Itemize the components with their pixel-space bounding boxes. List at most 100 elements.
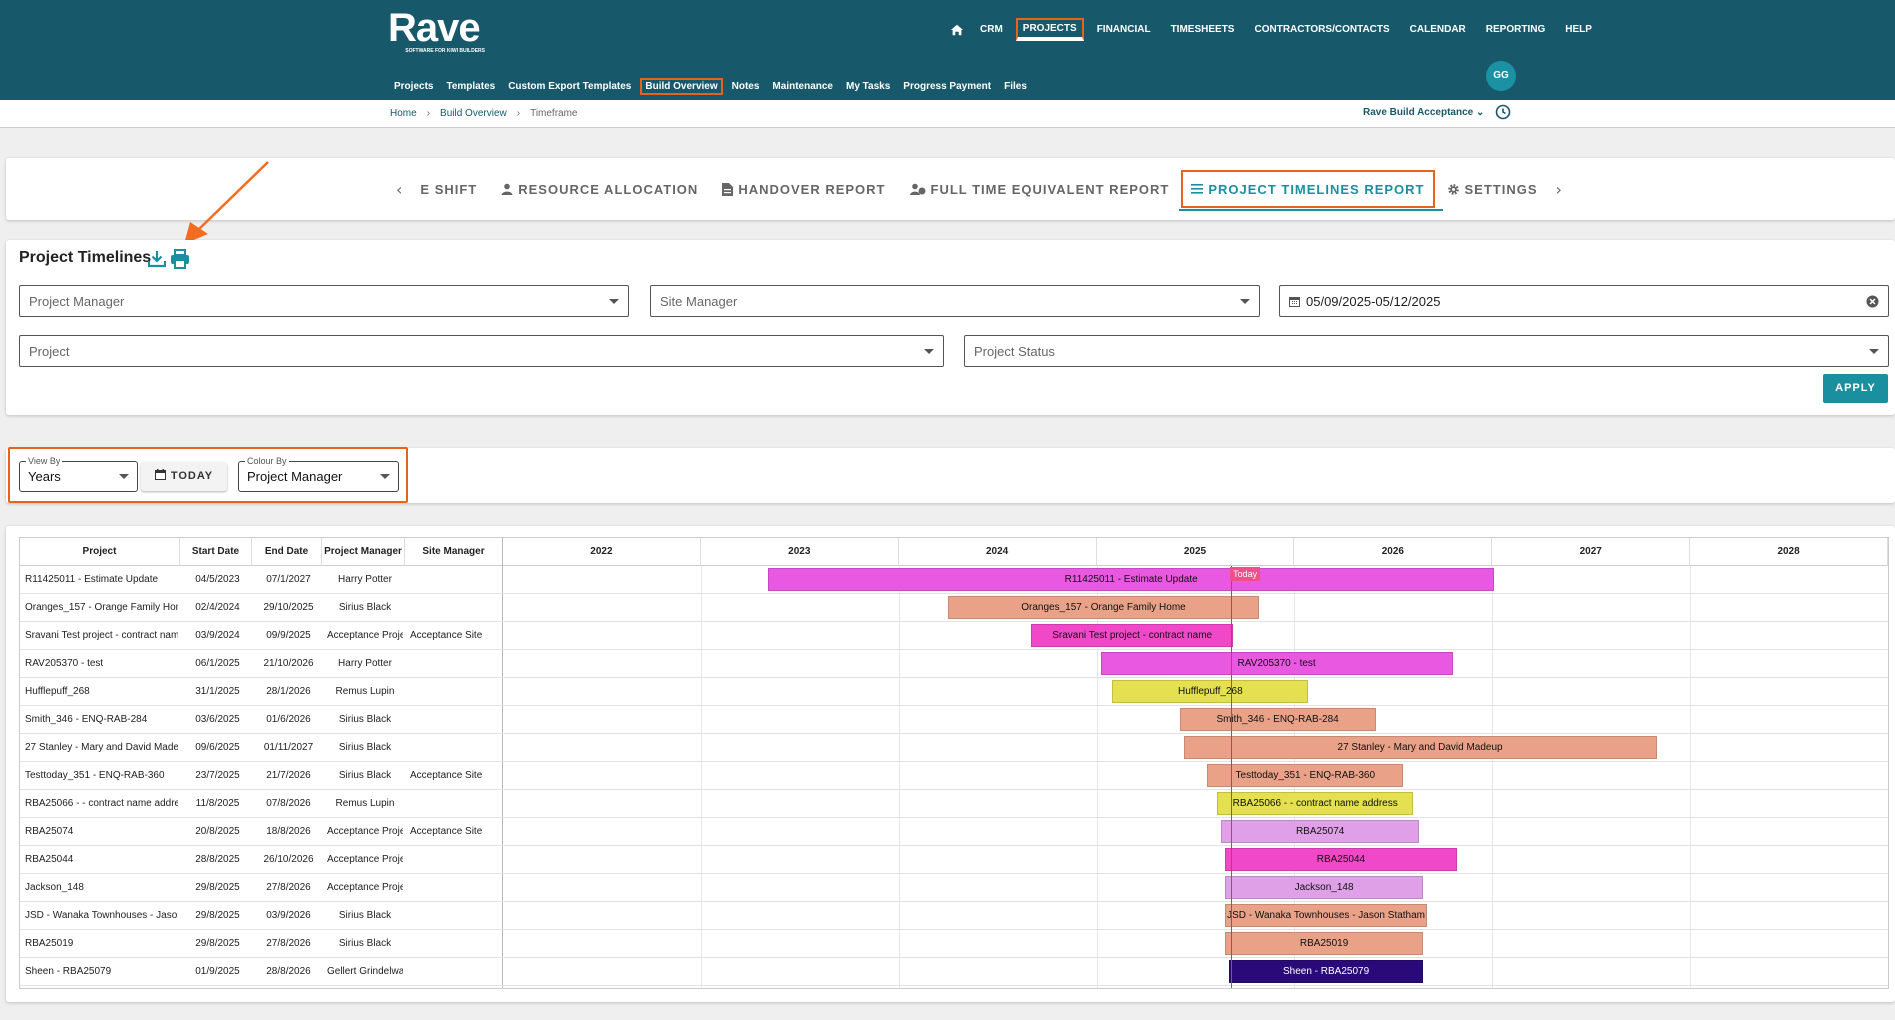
table-cell-pm[interactable]: Gellert Grindelwald [327,958,403,986]
table-cell-start[interactable]: 03/6/2025 [185,706,250,734]
table-cell-start[interactable]: 23/7/2025 [185,762,250,790]
table-cell-project[interactable]: Sheen - RBA25079 [25,958,178,986]
download-icon[interactable] [148,250,166,268]
table-cell-start[interactable]: 31/1/2025 [185,678,250,706]
table-cell-project[interactable]: R11425011 - Estimate Update [25,566,178,594]
table-cell-sm[interactable] [410,902,501,930]
user-avatar[interactable]: GG [1486,61,1516,91]
table-cell-end[interactable]: 29/10/2025 [257,594,320,622]
subnav-maintenance[interactable]: Maintenance [768,78,837,95]
timeline-bar[interactable]: R11425011 - Estimate Update [768,568,1495,591]
table-cell-start[interactable]: 28/8/2025 [185,846,250,874]
table-cell-project[interactable]: Testtoday_351 - ENQ-RAB-360 [25,762,178,790]
timeline-bar[interactable]: RBA25074 [1221,820,1420,843]
table-cell-pm[interactable]: Acceptance Project [327,818,403,846]
timeline-bar[interactable]: Oranges_157 - Orange Family Home [948,596,1259,619]
table-cell-pm[interactable]: Remus Lupin [327,678,403,706]
table-cell-pm[interactable]: Acceptance Project [327,846,403,874]
subnav-files[interactable]: Files [1000,78,1031,95]
table-cell-sm[interactable] [410,678,501,706]
table-cell-end[interactable]: 18/8/2026 [257,818,320,846]
table-cell-project[interactable]: Jackson_148 [25,874,178,902]
timeline-bar[interactable]: RBA25019 [1225,932,1424,955]
table-cell-project[interactable]: Sravani Test project - contract name [25,622,178,650]
table-cell-sm[interactable] [410,930,501,958]
table-cell-pm[interactable]: Harry Potter [327,650,403,678]
subnav-notes[interactable]: Notes [728,78,764,95]
table-cell-project[interactable]: RBA25066 - - contract name address [25,790,178,818]
table-cell-project[interactable]: RBA25074 [25,818,178,846]
nav-projects[interactable]: PROJECTS [1015,18,1084,41]
table-cell-project[interactable]: 27 Stanley - Mary and David Madeup [25,734,178,762]
table-cell-project[interactable]: JSD - Wanaka Townhouses - Jason Statham [25,902,178,930]
table-cell-start[interactable]: 29/8/2025 [185,930,250,958]
account-selector[interactable]: Rave Build Acceptance ⌄ [1363,107,1484,118]
timeline-bar[interactable]: 27 Stanley - Mary and David Madeup [1183,736,1657,759]
subnav-projects[interactable]: Projects [390,78,437,95]
table-cell-end[interactable]: 27/8/2026 [257,930,320,958]
table-cell-project[interactable]: RBA25044 [25,846,178,874]
project-select[interactable]: Project [19,335,944,367]
tab-project-timelines-report[interactable]: PROJECT TIMELINES REPORT [1179,170,1443,211]
table-cell-end[interactable]: 21/10/2026 [257,650,320,678]
table-cell-project[interactable]: Smith_346 - ENQ-RAB-284 [25,706,178,734]
tabs-scroll-right-icon[interactable]: › [1550,180,1568,199]
table-cell-end[interactable]: 07/8/2026 [257,790,320,818]
table-cell-pm[interactable]: Sirius Black [327,734,403,762]
site-manager-select[interactable]: Site Manager [650,285,1260,317]
table-cell-pm[interactable]: Sirius Black [327,902,403,930]
table-cell-pm[interactable]: Sirius Black [327,594,403,622]
table-cell-sm[interactable]: Acceptance Site [410,762,501,790]
tabs-scroll-left-icon[interactable]: ‹ [390,180,408,199]
table-cell-sm[interactable] [410,958,501,986]
project-manager-select[interactable]: Project Manager [19,285,629,317]
table-cell-sm[interactable] [410,650,501,678]
table-cell-pm[interactable]: Sirius Black [327,930,403,958]
table-cell-end[interactable]: 03/9/2026 [257,902,320,930]
table-cell-start[interactable]: 03/9/2024 [185,622,250,650]
subnav-templates[interactable]: Templates [442,78,499,95]
table-cell-project[interactable]: Oranges_157 - Orange Family Home [25,594,178,622]
tab-settings[interactable]: SETTINGS [1435,178,1550,200]
table-cell-pm[interactable]: Harry Potter [327,566,403,594]
table-cell-pm[interactable]: Acceptance Project [327,622,403,650]
table-cell-end[interactable]: 28/1/2026 [257,678,320,706]
tab-handover-report[interactable]: HANDOVER REPORT [710,178,897,200]
table-cell-pm[interactable]: Acceptance Project [327,874,403,902]
tab-e-shift[interactable]: E SHIFT [408,178,489,200]
subnav-build-overview[interactable]: Build Overview [640,78,723,95]
table-cell-project[interactable]: Hufflepuff_268 [25,678,178,706]
table-cell-sm[interactable] [410,846,501,874]
timeline-bar[interactable]: Smith_346 - ENQ-RAB-284 [1179,708,1376,731]
table-cell-sm[interactable]: Acceptance Site [410,622,501,650]
nav-reporting[interactable]: REPORTING [1479,20,1552,39]
table-cell-end[interactable]: 26/10/2026 [257,846,320,874]
nav-financial[interactable]: FINANCIAL [1090,20,1158,39]
nav-contractors-contacts[interactable]: CONTRACTORS/CONTACTS [1247,20,1396,39]
view-by-select[interactable]: View By Years [19,456,138,492]
timeline-bar[interactable]: Sravani Test project - contract name [1031,624,1234,647]
table-cell-sm[interactable] [410,594,501,622]
table-cell-end[interactable]: 01/6/2026 [257,706,320,734]
date-range-input[interactable]: 05/09/2025-05/12/2025 [1279,285,1889,317]
table-cell-project[interactable]: RBA25019 [25,930,178,958]
table-cell-start[interactable]: 20/8/2025 [185,818,250,846]
print-icon[interactable] [170,249,190,269]
nav-crm[interactable]: CRM [973,20,1010,39]
table-cell-project[interactable]: RAV205370 - test [25,650,178,678]
table-cell-start[interactable]: 11/8/2025 [185,790,250,818]
timeline-bar[interactable]: Sheen - RBA25079 [1229,960,1424,983]
timeline-bar[interactable]: RAV205370 - test [1100,652,1453,675]
nav-help[interactable]: HELP [1558,20,1599,39]
table-cell-end[interactable]: 27/8/2026 [257,874,320,902]
table-cell-sm[interactable]: Acceptance Site [410,818,501,846]
table-cell-end[interactable]: 09/9/2025 [257,622,320,650]
timeline-bar[interactable]: Testtoday_351 - ENQ-RAB-360 [1207,764,1404,787]
subnav-my-tasks[interactable]: My Tasks [842,78,894,95]
table-cell-end[interactable]: 28/8/2026 [257,958,320,986]
table-cell-sm[interactable] [410,874,501,902]
breadcrumb-build-overview[interactable]: Build Overview [440,108,507,119]
table-cell-pm[interactable]: Sirius Black [327,706,403,734]
project-status-select[interactable]: Project Status [964,335,1889,367]
rave-logo[interactable]: Rave SOFTWARE FOR KIWI BUILDERS [388,8,485,54]
